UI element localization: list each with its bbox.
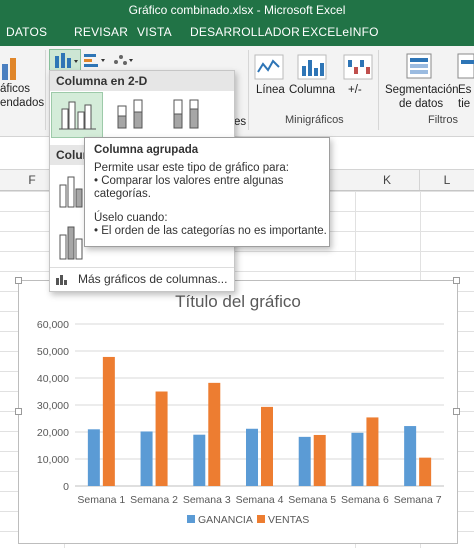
sparkline-line-icon[interactable]: [254, 54, 284, 80]
window-title: Gráfico combinado.xlsx - Microsoft Excel: [128, 3, 346, 17]
clustered-column-chart[interactable]: Título del gráfico 0 10,000 20,000 30,000 40,…: [19, 281, 457, 543]
chart-title: Título del gráfico: [175, 292, 301, 311]
legend-swatch-ganancia: [187, 515, 195, 523]
x-tick-label: Semana 4: [236, 494, 284, 506]
y-tick-label: 60,000: [37, 319, 69, 331]
more-column-charts-icon: [54, 272, 70, 286]
chart-area[interactable]: Título del gráfico 0 10,000 20,000 30,000 40,…: [18, 280, 458, 544]
slicer-label-1[interactable]: Segmentación: [385, 83, 459, 97]
bar-ganancia-5: [298, 436, 311, 486]
bar-ventas-6: [366, 417, 379, 486]
filters-group-label: Filtros: [428, 114, 458, 126]
bar-ganancia-6: [351, 432, 364, 486]
column-header-k[interactable]: K: [355, 170, 420, 190]
scatter-chart-button[interactable]: [110, 50, 136, 70]
legend-label-ganancia: GANANCIA: [198, 514, 253, 526]
x-tick-label: Semana 3: [183, 494, 231, 506]
column-header-l[interactable]: L: [420, 170, 474, 190]
recommended-charts-icon[interactable]: [0, 54, 24, 84]
tab-vista[interactable]: VISTA: [137, 25, 172, 39]
tab-datos[interactable]: DATOS: [6, 25, 47, 39]
section-2d-header: Columna en 2-D: [50, 71, 234, 91]
more-column-charts-link[interactable]: Más gráficos de columnas...: [78, 272, 227, 286]
bar-ganancia-3: [193, 434, 206, 486]
sparkline-winloss-icon[interactable]: [343, 54, 373, 80]
chart-type-tooltip: Columna agrupada Permite usar este tipo …: [84, 137, 330, 247]
x-tick-label: Semana 6: [341, 494, 389, 506]
y-tick-label: 20,000: [37, 427, 69, 439]
x-tick-label: Semana 5: [288, 494, 336, 506]
y-tick-label: 30,000: [37, 400, 69, 412]
y-tick-label: 0: [63, 481, 69, 493]
stacked-100-column-option[interactable]: [162, 92, 212, 136]
resize-handle-top-left[interactable]: [15, 277, 22, 284]
sparkline-column-label[interactable]: Columna: [289, 83, 335, 97]
tab-excelinfo[interactable]: EXCELeINFO: [302, 25, 379, 39]
sparkline-line-label[interactable]: Línea: [256, 83, 285, 97]
bar-ventas-3: [208, 382, 221, 486]
clustered-column-option[interactable]: [51, 92, 103, 138]
legend-label-ventas: VENTAS: [268, 514, 309, 526]
timeline-label-1[interactable]: Es: [458, 83, 471, 97]
bar-ganancia-2: [140, 431, 153, 486]
bar-ventas-1: [102, 356, 115, 486]
sparklines-group-label: Minigráficos: [285, 114, 344, 126]
bar-ventas-4: [261, 406, 273, 486]
tab-desarrollador[interactable]: DESARROLLADOR: [190, 25, 300, 39]
3d-column-option[interactable]: [54, 221, 86, 265]
bar-ganancia-1: [87, 429, 100, 486]
recommended-charts-label-2: endados: [0, 97, 45, 109]
bar-ganancia-7: [404, 426, 417, 486]
3d-clustered-column-option[interactable]: [54, 169, 86, 213]
slicer-icon[interactable]: [405, 52, 433, 80]
sparkline-column-icon[interactable]: [297, 54, 327, 80]
charts-group-label-partial: es: [234, 116, 247, 128]
resize-handle-top-right[interactable]: [453, 277, 460, 284]
tooltip-line-5: • El orden de las categorías no es impor…: [94, 225, 327, 237]
recommended-charts-label-1: áficos: [0, 83, 31, 95]
timeline-icon[interactable]: [456, 52, 474, 80]
tooltip-line-4: Úselo cuando:: [94, 212, 168, 224]
resize-handle-right[interactable]: [453, 408, 460, 415]
y-tick-label: 50,000: [37, 346, 69, 358]
y-tick-label: 10,000: [37, 454, 69, 466]
y-tick-label: 40,000: [37, 373, 69, 385]
tooltip-line-1: Permite usar este tipo de gráfico para:: [94, 162, 289, 174]
x-tick-label: Semana 2: [130, 494, 178, 506]
bar-ventas-7: [419, 457, 432, 486]
tooltip-title: Columna agrupada: [94, 144, 199, 156]
x-tick-label: Semana 7: [394, 494, 442, 506]
timeline-label-2[interactable]: tie: [458, 97, 470, 111]
stacked-column-option[interactable]: [106, 92, 156, 136]
tooltip-line-3: categorías.: [94, 188, 151, 200]
x-tick-label: Semana 1: [77, 494, 125, 506]
bar-ventas-2: [155, 391, 168, 486]
sparkline-winloss-label[interactable]: +/-: [348, 83, 362, 97]
title-bar: Gráfico combinado.xlsx - Microsoft Excel: [0, 0, 474, 20]
bar-ventas-5: [313, 434, 326, 486]
resize-handle-left[interactable]: [15, 408, 22, 415]
tooltip-line-2: • Comparar los valores entre algunas: [94, 175, 284, 187]
legend-swatch-ventas: [257, 515, 265, 523]
ribbon-tabs: DATOS REVISAR VISTA DESARROLLADOR EXCELe…: [0, 20, 474, 46]
bar-ganancia-4: [246, 428, 258, 486]
slicer-label-2[interactable]: de datos: [399, 97, 443, 111]
tab-revisar[interactable]: REVISAR: [74, 25, 128, 39]
bar-chart-button[interactable]: [82, 51, 108, 69]
